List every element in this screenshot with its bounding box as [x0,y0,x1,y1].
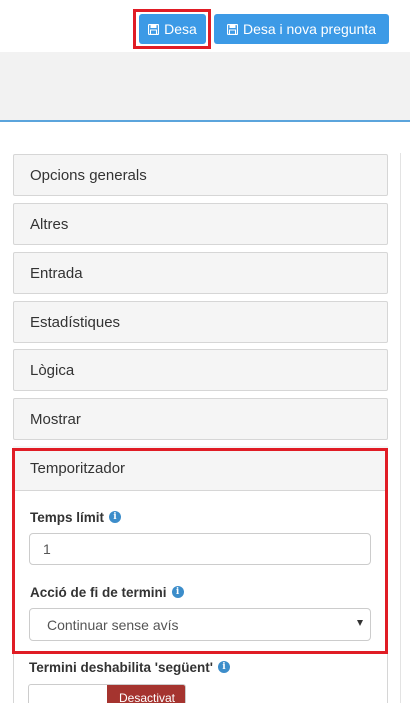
info-icon[interactable]: i [217,661,230,673]
content-border [400,153,401,703]
info-icon[interactable]: i [171,586,184,598]
save-button-label: Desa [164,21,197,37]
time-limit-label-text: Temps límit [30,509,105,525]
time-limit-label: Temps límit i [30,508,122,526]
header-band [0,52,410,120]
disable-next-toggle[interactable]: Desactivat [28,684,186,703]
caret-down-icon [357,620,363,626]
save-button[interactable]: Desa [139,14,206,44]
time-limit-action-select[interactable]: Continuar sense avís [29,608,371,641]
time-limit-action-label: Acció de fi de termini i [30,583,184,601]
time-limit-action-value: Continuar sense avís [47,616,179,633]
disable-next-label: Termini deshabilita 'següent' i [29,658,230,676]
panel-label: Entrada [30,264,83,282]
panel-general-options[interactable]: Opcions generals [13,154,388,196]
panel-timer[interactable]: Temporitzador [13,446,388,491]
info-icon[interactable]: i [109,511,122,523]
header-divider [0,120,410,122]
time-limit-input[interactable] [29,533,371,565]
panel-statistics[interactable]: Estadístiques [13,301,388,343]
panel-other[interactable]: Altres [13,203,388,245]
panel-label: Altres [30,215,69,233]
disable-next-label-text: Termini deshabilita 'següent' [29,659,213,675]
toggle-off-label: Desactivat [118,691,176,703]
save-and-new-question-button[interactable]: Desa i nova pregunta [214,14,389,44]
time-limit-action-label-text: Acció de fi de termini [30,584,167,600]
panel-logic[interactable]: Lògica [13,349,388,391]
panel-label: Lògica [30,361,75,379]
save-and-new-question-label: Desa i nova pregunta [242,21,377,37]
panel-input[interactable]: Entrada [13,252,388,294]
toggle-off-state[interactable]: Desactivat [107,685,185,703]
panel-label: Mostrar [30,410,81,428]
panel-display[interactable]: Mostrar [13,398,388,440]
panel-label: Estadístiques [30,313,121,331]
floppy-disk-icon [226,23,238,35]
floppy-disk-icon [148,23,160,35]
panel-label: Opcions generals [30,166,147,184]
panel-label: Temporitzador [30,459,126,477]
